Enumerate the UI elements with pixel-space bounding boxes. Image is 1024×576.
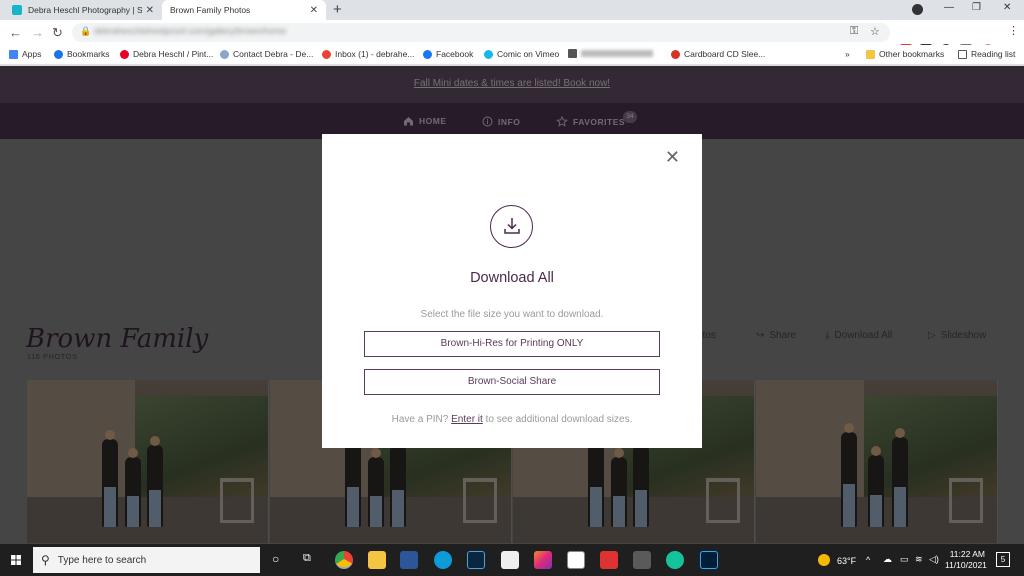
vimeo-icon bbox=[484, 49, 493, 59]
weather-temp[interactable]: 63°F bbox=[837, 556, 856, 566]
bookmark-contact[interactable]: Contact Debra - De... bbox=[220, 49, 313, 59]
reading-list-icon bbox=[958, 49, 967, 59]
minimize-button[interactable]: — bbox=[944, 2, 954, 13]
back-arrow-icon[interactable]: ← bbox=[9, 25, 22, 40]
search-icon: ⚲ bbox=[41, 553, 50, 567]
windows-logo-icon bbox=[11, 555, 21, 565]
site-favicon-icon bbox=[12, 5, 22, 15]
key-icon[interactable]: ⚿ bbox=[850, 25, 858, 38]
notifications-button[interactable]: 5 bbox=[996, 552, 1010, 567]
bookmark-pinterest[interactable]: Debra Heschl / Pint... bbox=[120, 49, 213, 59]
new-tab-button[interactable]: + bbox=[333, 1, 342, 18]
tab-title: Debra Heschl Photography | Sho bbox=[28, 5, 142, 15]
reload-icon[interactable]: ↻ bbox=[52, 25, 63, 41]
edge-icon[interactable] bbox=[434, 551, 452, 569]
tab-brown-family[interactable]: Brown Family Photos ✕ bbox=[162, 0, 326, 20]
bookmark-bookmarks[interactable]: Bookmarks bbox=[54, 49, 110, 59]
start-button[interactable] bbox=[0, 544, 32, 576]
dialog-subtitle: Select the file size you want to downloa… bbox=[420, 309, 604, 320]
cortana-icon[interactable]: ○ bbox=[272, 552, 279, 566]
restore-button[interactable]: ❐ bbox=[972, 2, 981, 13]
calculator-icon[interactable] bbox=[633, 551, 651, 569]
site-icon bbox=[568, 49, 577, 58]
gift-icon[interactable] bbox=[600, 551, 618, 569]
show-hidden-icons-icon[interactable]: ^ bbox=[866, 555, 870, 565]
enter-pin-link[interactable]: Enter it bbox=[451, 414, 483, 425]
bookmarks-bar: Apps Bookmarks Debra Heschl / Pint... Co… bbox=[0, 45, 1024, 65]
close-icon[interactable]: ✕ bbox=[665, 147, 680, 168]
taskbar-search[interactable]: ⚲ Type here to search bbox=[33, 547, 260, 573]
site-icon bbox=[220, 49, 229, 59]
bookmark-facebook[interactable]: Facebook bbox=[423, 49, 473, 59]
close-window-button[interactable]: ✕ bbox=[1003, 2, 1011, 13]
windows-taskbar: ⚲ Type here to search ○ ⧉ 63°F ^ ☁ ▭ ≋ ◁… bbox=[0, 544, 1024, 576]
bookmark-cardboard[interactable]: Cardboard CD Slee... bbox=[671, 49, 765, 59]
photoshop-icon[interactable] bbox=[700, 551, 718, 569]
word-icon[interactable] bbox=[400, 551, 418, 569]
wifi-icon[interactable]: ≋ bbox=[915, 554, 923, 565]
file-explorer-icon[interactable] bbox=[368, 551, 386, 569]
star-icon bbox=[54, 49, 63, 59]
download-icon bbox=[490, 205, 533, 248]
url-text-blurred: debraheschlshootproof.com/gallery/brown/… bbox=[94, 26, 287, 36]
bookmark-blurred[interactable] bbox=[568, 49, 653, 58]
site-icon bbox=[671, 49, 680, 59]
gallery-page: Fall Mini dates & times are listed! Book… bbox=[0, 66, 1024, 544]
hi-res-download-button[interactable]: Brown-Hi-Res for Printing ONLY bbox=[364, 331, 660, 357]
address-toolbar: ← → ↻ 🔒 debraheschlshootproof.com/galler… bbox=[0, 20, 1024, 56]
lightroom-icon[interactable] bbox=[467, 551, 485, 569]
chrome-icon[interactable] bbox=[335, 551, 353, 569]
system-clock[interactable]: 11:22 AM 11/10/2021 bbox=[945, 549, 987, 571]
download-all-dialog: ✕ Download All Select the file size you … bbox=[322, 134, 702, 448]
forward-arrow-icon[interactable]: → bbox=[31, 25, 44, 40]
store-icon[interactable] bbox=[567, 551, 585, 569]
dialog-title: Download All bbox=[470, 270, 554, 286]
bookmark-vimeo[interactable]: Comic on Vimeo bbox=[484, 49, 559, 59]
bookmark-apps[interactable]: Apps bbox=[9, 49, 41, 59]
reading-list[interactable]: Reading list bbox=[958, 49, 1015, 59]
weather-icon[interactable] bbox=[818, 554, 830, 566]
instagram-icon[interactable] bbox=[534, 551, 552, 569]
task-view-icon[interactable]: ⧉ bbox=[303, 552, 311, 565]
tab-title: Brown Family Photos bbox=[170, 5, 251, 15]
tab-debra-heschl[interactable]: Debra Heschl Photography | Sho ✕ bbox=[4, 0, 162, 20]
bookmarks-overflow[interactable]: » bbox=[845, 49, 850, 59]
social-share-download-button[interactable]: Brown-Social Share bbox=[364, 369, 660, 395]
apps-grid-icon bbox=[9, 49, 18, 59]
facebook-icon bbox=[423, 49, 432, 59]
other-bookmarks[interactable]: Other bookmarks bbox=[866, 49, 944, 59]
pin-prompt: Have a PIN? Enter it to see additional d… bbox=[391, 414, 633, 425]
onedrive-icon[interactable]: ☁ bbox=[883, 554, 892, 565]
battery-icon[interactable]: ▭ bbox=[900, 554, 909, 565]
bookmark-star-icon[interactable]: ☆ bbox=[870, 25, 880, 38]
profile-indicator-icon[interactable] bbox=[912, 4, 923, 15]
document-icon[interactable] bbox=[501, 551, 519, 569]
url-bar[interactable]: 🔒 debraheschlshootproof.com/gallery/brow… bbox=[72, 23, 890, 42]
search-placeholder: Type here to search bbox=[57, 554, 147, 566]
menu-kebab-icon[interactable]: ⋮ bbox=[1008, 24, 1019, 37]
pinterest-icon bbox=[120, 49, 129, 59]
volume-icon[interactable]: ◁) bbox=[929, 554, 939, 565]
gmail-icon bbox=[322, 49, 331, 59]
folder-icon bbox=[866, 49, 875, 59]
close-tab-icon[interactable]: ✕ bbox=[146, 5, 154, 16]
grammarly-icon[interactable] bbox=[666, 551, 684, 569]
browser-tab-bar: Debra Heschl Photography | Sho ✕ Brown F… bbox=[0, 0, 1024, 20]
close-tab-icon[interactable]: ✕ bbox=[310, 5, 318, 16]
bookmark-inbox[interactable]: Inbox (1) - debrahe... bbox=[322, 49, 414, 59]
lock-icon: 🔒 bbox=[80, 26, 92, 36]
